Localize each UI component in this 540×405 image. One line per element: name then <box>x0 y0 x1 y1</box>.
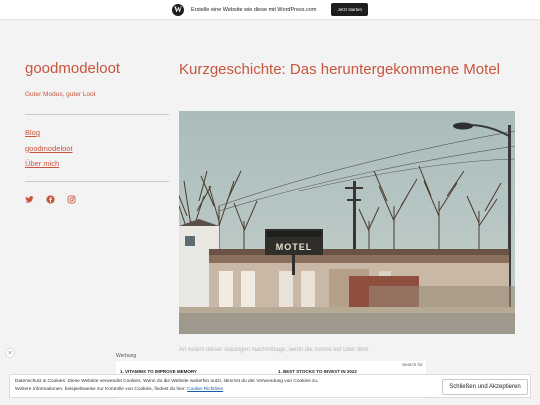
motel-sign-text: MOTEL <box>276 242 313 252</box>
social-links <box>25 191 76 204</box>
ad-label: Werbung <box>116 353 137 359</box>
wordpress-promo-bar: W Erstelle eine Website wie diese mit Wo… <box>0 0 540 20</box>
accept-cookies-button[interactable]: Schließen und Akzeptieren <box>442 379 528 395</box>
instagram-icon[interactable] <box>67 191 76 204</box>
close-ad-icon[interactable]: × <box>5 348 15 358</box>
post-title[interactable]: Kurzgeschichte: Das heruntergekommene Mo… <box>179 60 509 79</box>
sidebar-divider <box>25 181 169 182</box>
main-menu: Blog goodmodeloot Über mich <box>25 128 73 175</box>
post-excerpt: An einem dieser staubigen Nachmittage, w… <box>179 347 369 353</box>
cookie-text-line1: Datenschutz & Cookies: Diese Website ver… <box>15 379 319 384</box>
wordpress-promo-text: Erstelle eine Website wie diese mit Word… <box>191 6 317 13</box>
menu-item-about[interactable]: Über mich <box>25 159 73 168</box>
site-title[interactable]: goodmodeloot <box>25 60 120 77</box>
site-tagline: Guter Modus, guter Loot <box>25 91 96 98</box>
start-now-button[interactable]: Jetzt starten <box>331 3 368 16</box>
twitter-icon[interactable] <box>25 191 34 203</box>
ad-search-text: Search for <box>402 362 423 367</box>
menu-item-blog[interactable]: Blog <box>25 128 73 137</box>
wordpress-logo-icon: W <box>172 3 185 16</box>
sidebar-divider <box>25 114 169 115</box>
menu-item-goodmodeloot[interactable]: goodmodeloot <box>25 144 73 153</box>
cookie-policy-link[interactable]: Cookie-Richtlinie <box>187 387 223 392</box>
cookie-text: Datenschutz & Cookies: Diese Website ver… <box>15 378 395 393</box>
cookie-text-line2: Weitere Informationen, beispielsweise zu… <box>15 386 186 392</box>
cookie-banner: Datenschutz & Cookies: Diese Website ver… <box>9 374 531 398</box>
post-featured-image[interactable]: MOTEL <box>179 111 515 334</box>
facebook-icon[interactable] <box>46 191 55 204</box>
